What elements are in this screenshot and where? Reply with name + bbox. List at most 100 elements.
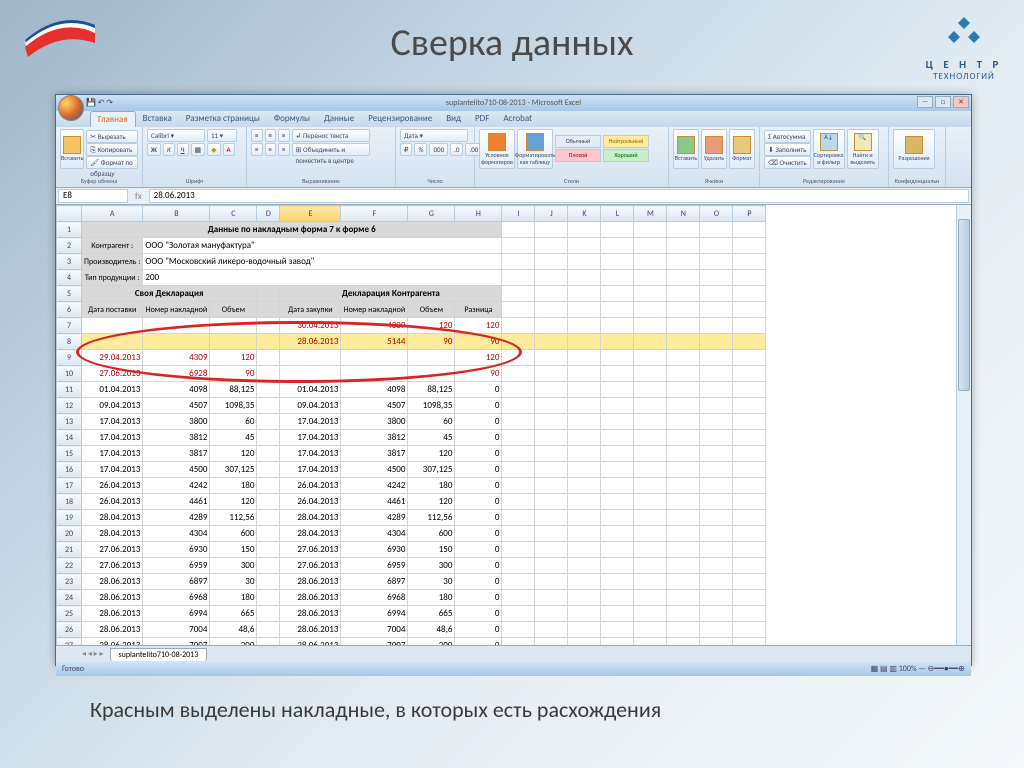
office-button[interactable] [58,95,84,121]
row-header-10[interactable]: 10 [57,366,82,382]
tab-PDF[interactable]: PDF [468,111,496,127]
font-color-button[interactable]: A [223,143,235,156]
insert-cells-button[interactable]: Вставить [673,129,699,169]
style-normal[interactable]: Обычный [555,135,601,148]
tab-Вид[interactable]: Вид [439,111,468,127]
fill-button[interactable]: ⬇ Заполнить [764,143,811,156]
find-select-button[interactable]: 🔍Найти и выделить [847,129,879,169]
number-format-select[interactable]: Дата ▾ [400,129,468,142]
col-header-H[interactable]: H [455,206,502,222]
row-header-27[interactable]: 27 [57,638,82,646]
fx-icon[interactable]: fx [130,191,147,202]
row-header-4[interactable]: 4 [57,270,82,286]
col-header-I[interactable]: I [502,206,535,222]
row-header-1[interactable]: 1 [57,222,82,238]
style-neutral[interactable]: Нейтральный [603,135,649,148]
row-header-14[interactable]: 14 [57,430,82,446]
bold-button[interactable]: Ж [147,143,161,156]
autosum-button[interactable]: Σ Автосумма [764,130,811,143]
row-header-15[interactable]: 15 [57,446,82,462]
row-header-7[interactable]: 7 [57,318,82,334]
align-right[interactable]: ≡ [278,143,290,156]
row-header-23[interactable]: 23 [57,574,82,590]
paste-button[interactable]: Вставить [60,129,84,169]
tab-Главная[interactable]: Главная [90,111,136,127]
col-header-D[interactable]: D [257,206,280,222]
col-header-L[interactable]: L [601,206,634,222]
row-header-17[interactable]: 17 [57,478,82,494]
style-bad[interactable]: Плохой [555,149,601,162]
close-button[interactable]: ✕ [953,96,969,108]
row-header-24[interactable]: 24 [57,590,82,606]
align-bot[interactable]: ≡ [278,129,290,142]
row-header-12[interactable]: 12 [57,398,82,414]
font-size[interactable]: 11 ▾ [207,129,237,142]
row-header-13[interactable]: 13 [57,414,82,430]
col-header-G[interactable]: G [408,206,455,222]
col-header-C[interactable]: C [210,206,257,222]
sheet-tab[interactable]: suplantelito710-08-2013 [110,648,208,661]
tab-Вставка[interactable]: Вставка [136,111,179,127]
name-box[interactable]: E8 [58,189,128,203]
col-header-O[interactable]: O [700,206,733,222]
row-header-5[interactable]: 5 [57,286,82,302]
align-mid[interactable]: ≡ [265,129,277,142]
grid-area[interactable]: ABCDEFGHIJKLMNOP1Данные по накладным фор… [56,205,971,645]
align-center[interactable]: ≡ [265,143,277,156]
col-header-M[interactable]: M [634,206,667,222]
cond-format-button[interactable]: Условное форматиров [479,129,515,169]
tab-Данные[interactable]: Данные [317,111,361,127]
border-button[interactable]: ▦ [191,143,206,156]
align-left[interactable]: ≡ [251,143,263,156]
tab-Формулы[interactable]: Формулы [267,111,317,127]
font-name[interactable]: Calibri ▾ [147,129,205,142]
col-header-J[interactable]: J [535,206,568,222]
permissions-button[interactable]: Разрешения [893,129,935,169]
row-header-16[interactable]: 16 [57,462,82,478]
italic-button[interactable]: К [163,143,175,156]
quick-access-toolbar[interactable]: 💾 ↶ ↷ [86,95,113,111]
col-header-B[interactable]: B [143,206,210,222]
col-header-N[interactable]: N [667,206,700,222]
col-header-E[interactable]: E [280,206,341,222]
tab-Разметка страницы[interactable]: Разметка страницы [179,111,267,127]
tab-Рецензирование[interactable]: Рецензирование [361,111,439,127]
row-header-19[interactable]: 19 [57,510,82,526]
format-table-button[interactable]: Форматировать как таблицу [517,129,553,169]
row-header-25[interactable]: 25 [57,606,82,622]
row-header-9[interactable]: 9 [57,350,82,366]
row-header-21[interactable]: 21 [57,542,82,558]
cut-button[interactable]: ✂ Вырезать [86,130,138,143]
row-header-20[interactable]: 20 [57,526,82,542]
col-header-A[interactable]: A [82,206,143,222]
row-header-3[interactable]: 3 [57,254,82,270]
delete-cells-button[interactable]: Удалить [701,129,727,169]
maximize-button[interactable]: □ [935,96,951,108]
style-good[interactable]: Хороший [603,149,649,162]
col-header-P[interactable]: P [733,206,766,222]
col-header-K[interactable]: K [568,206,601,222]
row-header-18[interactable]: 18 [57,494,82,510]
minimize-button[interactable]: — [917,96,933,108]
wrap-text-button[interactable]: ↲ Перенос текста [292,129,370,142]
tab-Acrobat[interactable]: Acrobat [496,111,539,127]
row-header-2[interactable]: 2 [57,238,82,254]
col-header-F[interactable]: F [341,206,408,222]
sort-filter-button[interactable]: А↓Сортировка и фильтр [813,129,845,169]
row-header-8[interactable]: 8 [57,334,82,350]
copy-button[interactable]: ⎘ Копировать [86,143,138,156]
underline-button[interactable]: Ч [177,143,189,156]
align-top[interactable]: ≡ [251,129,263,142]
merge-button[interactable]: ⊞ Объединить и поместить в центре [292,143,370,156]
currency-button[interactable]: ₽ [400,143,412,156]
inc-dec-button[interactable]: .0 [450,143,463,156]
row-header-11[interactable]: 11 [57,382,82,398]
fill-color-button[interactable]: ◆ [207,143,220,156]
clear-button[interactable]: ⌫ Очистить [764,156,811,169]
row-header-6[interactable]: 6 [57,302,82,318]
format-cells-button[interactable]: Формат [729,129,755,169]
percent-button[interactable]: % [414,143,427,156]
comma-button[interactable]: 000 [429,143,448,156]
formula-input[interactable]: 28.06.2013 [149,189,969,203]
row-header-26[interactable]: 26 [57,622,82,638]
